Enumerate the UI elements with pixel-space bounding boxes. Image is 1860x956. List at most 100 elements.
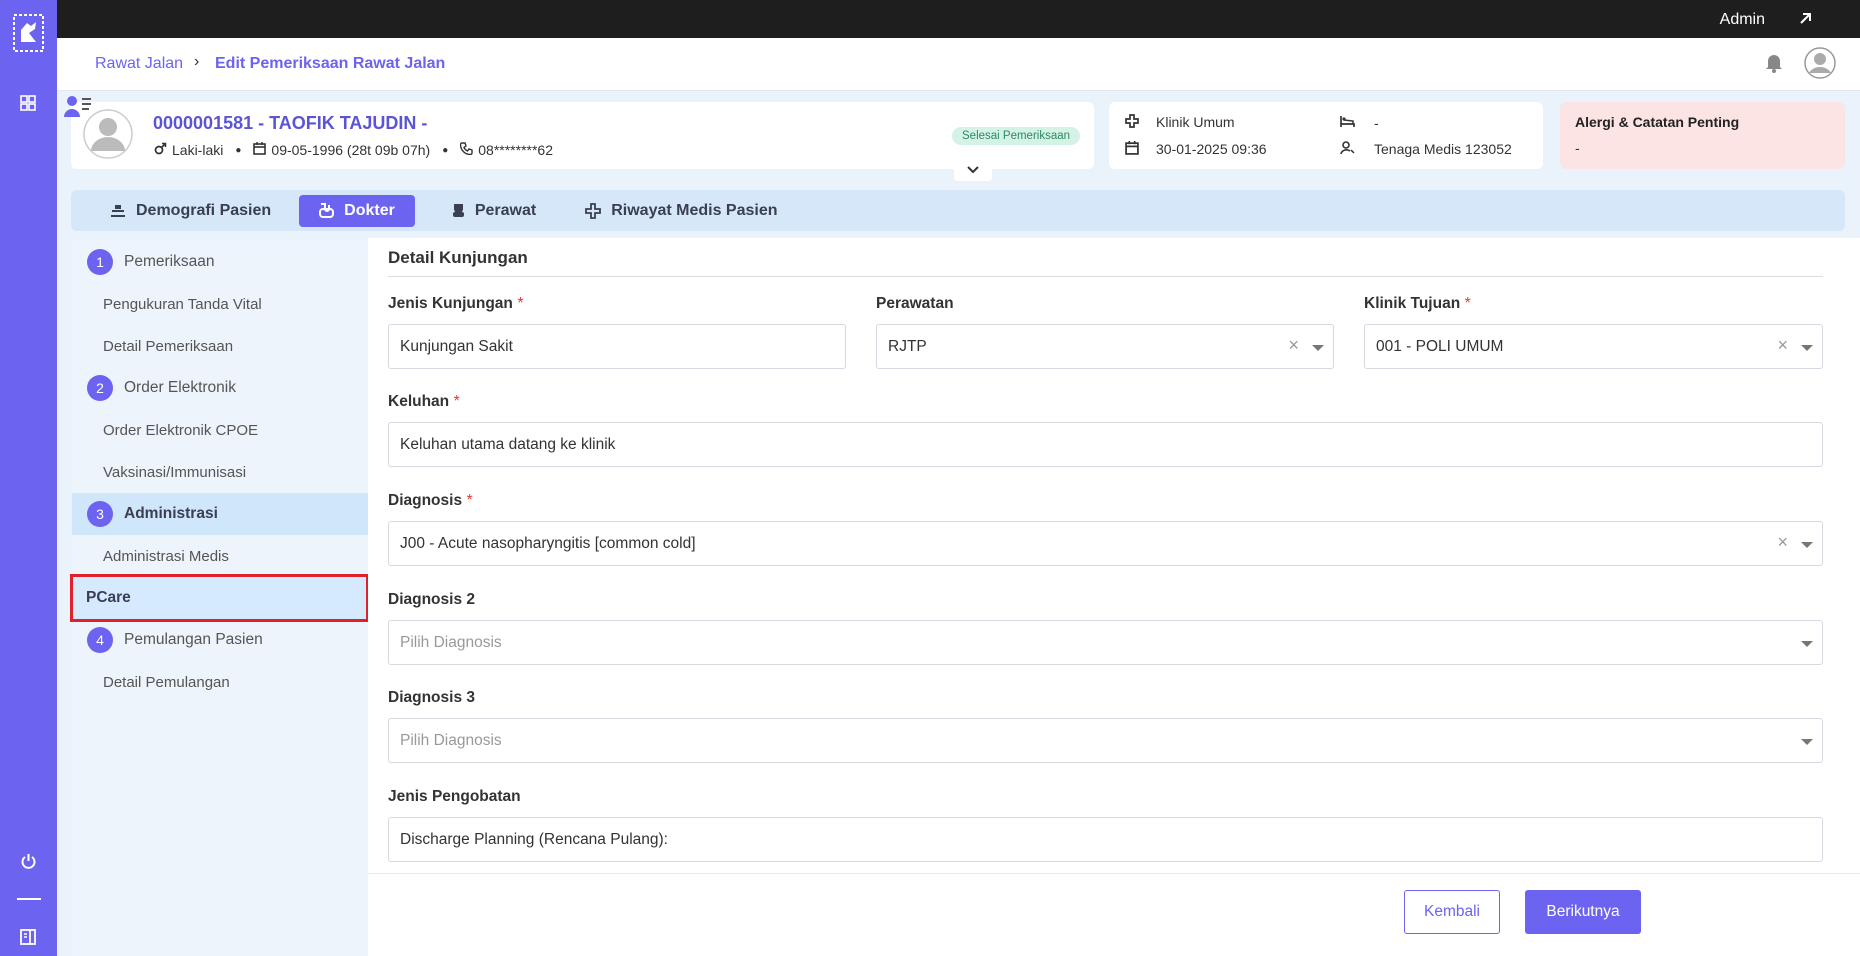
expand-chevron-icon[interactable]: [954, 159, 992, 181]
step-label: Pemeriksaan: [124, 253, 215, 270]
power-icon[interactable]: [20, 853, 37, 875]
allergy-note-title: Alergi & Catatan Penting: [1575, 114, 1740, 130]
medic-user-icon: [1340, 141, 1355, 160]
step-label: Order Elektronik: [124, 379, 236, 396]
tab-dokter[interactable]: Dokter: [299, 194, 415, 227]
diagnosis-3-label: Diagnosis 3: [388, 689, 475, 707]
tab-bar: Demografi Pasien Dokter Perawat Riwayat …: [71, 190, 1845, 231]
stethoscope-icon: [319, 203, 335, 218]
step-item-order-elektronik-cpoe[interactable]: Order Elektronik CPOE: [72, 409, 368, 451]
avatar[interactable]: [1804, 47, 1836, 84]
app-rail: [0, 0, 57, 956]
label-text: Diagnosis 2: [388, 591, 475, 608]
tab-label: Perawat: [474, 201, 537, 219]
tab-demografi-pasien[interactable]: Demografi Pasien: [90, 195, 291, 227]
step-item-pengukuran-tanda-vital[interactable]: Pengukuran Tanda Vital: [72, 283, 368, 325]
clear-icon[interactable]: ×: [1288, 335, 1299, 356]
step-label: Pemulangan Pasien: [124, 631, 263, 648]
dropdown-caret-icon[interactable]: [1801, 345, 1813, 351]
label-text: Perawatan: [876, 295, 954, 312]
male-icon: [154, 142, 167, 158]
medical-plus-icon: [1125, 114, 1139, 133]
step-item-detail-pemeriksaan[interactable]: Detail Pemeriksaan: [72, 325, 368, 367]
section-divider: [388, 276, 1823, 277]
visit-clinic: Klinik Umum: [1156, 114, 1235, 130]
medical-cross-icon: [585, 202, 602, 219]
diagnosis-2-label: Diagnosis 2: [388, 591, 475, 609]
select-placeholder: Pilih Diagnosis: [400, 731, 502, 749]
required-mark: *: [1464, 295, 1471, 312]
bed-icon: [1340, 115, 1355, 133]
next-button[interactable]: Berikutnya: [1525, 890, 1641, 934]
klinik-tujuan-select[interactable]: 001 - POLI UMUM ×: [1364, 324, 1823, 369]
step-item-vaksinasi[interactable]: Vaksinasi/Immunisasi: [72, 451, 368, 493]
dashboard-grid-icon[interactable]: [20, 95, 36, 116]
dot-separator: ●: [442, 144, 449, 156]
step-administrasi[interactable]: 3 Administrasi: [72, 493, 368, 535]
input-value: Discharge Planning (Rencana Pulang):: [400, 830, 668, 848]
breadcrumb-current: Edit Pemeriksaan Rawat Jalan: [215, 55, 446, 72]
back-button[interactable]: Kembali: [1404, 890, 1500, 934]
patient-card: 0000001581 - TAOFIK TAJUDIN - Laki-laki …: [64, 96, 1094, 181]
step-pemeriksaan[interactable]: 1 Pemeriksaan: [72, 241, 368, 283]
calendar-icon: [1125, 141, 1139, 160]
step-number: 4: [87, 627, 113, 653]
label-text: Keluhan: [388, 393, 450, 410]
step-pemulangan-pasien[interactable]: 4 Pemulangan Pasien: [72, 619, 368, 661]
phone-icon: [460, 142, 473, 158]
dropdown-caret-icon[interactable]: [1801, 641, 1813, 647]
diagnosis-select[interactable]: J00 - Acute nasopharyngitis [common cold…: [388, 521, 1823, 566]
admin-user-label[interactable]: Admin: [1720, 11, 1765, 29]
diagnosis-3-select[interactable]: Pilih Diagnosis: [388, 718, 1823, 763]
tab-riwayat-medis-pasien[interactable]: Riwayat Medis Pasien: [565, 195, 797, 227]
perawatan-select[interactable]: RJTP ×: [876, 324, 1334, 369]
step-number: 3: [87, 501, 113, 527]
visit-datetime: 30-01-2025 09:36: [1156, 141, 1267, 157]
keluhan-input[interactable]: Keluhan utama datang ke klinik: [388, 422, 1823, 467]
allergy-note-card: Alergi & Catatan Penting -: [1560, 102, 1845, 169]
rail-divider: [17, 898, 41, 900]
select-placeholder: Pilih Diagnosis: [400, 633, 502, 651]
step-number: 1: [87, 249, 113, 275]
bell-icon[interactable]: [1765, 53, 1783, 78]
external-link-icon[interactable]: [1799, 12, 1812, 30]
patient-gender: Laki-laki: [172, 142, 224, 158]
jenis-pengobatan-input[interactable]: Discharge Planning (Rencana Pulang):: [388, 817, 1823, 862]
breadcrumb-chevron-icon: ›: [194, 53, 200, 70]
tab-perawat[interactable]: Perawat: [432, 195, 556, 227]
step-order-elektronik[interactable]: 2 Order Elektronik: [72, 367, 368, 409]
dropdown-caret-icon[interactable]: [1801, 542, 1813, 548]
collapse-panel-icon[interactable]: [20, 929, 36, 950]
app-logo-icon: [13, 14, 44, 57]
select-value: RJTP: [888, 337, 927, 355]
id-card-icon: [111, 204, 125, 217]
patient-id-name: 0000001581 - TAOFIK TAJUDIN -: [153, 113, 428, 133]
diagnosis-2-select[interactable]: Pilih Diagnosis: [388, 620, 1823, 665]
step-item-detail-pemulangan[interactable]: Detail Pemulangan: [72, 661, 368, 703]
form-footer: Kembali Berikutnya: [368, 873, 1860, 956]
clear-icon[interactable]: ×: [1777, 335, 1788, 356]
breadcrumb-parent[interactable]: Rawat Jalan: [95, 55, 183, 73]
input-value: Keluhan utama datang ke klinik: [400, 435, 616, 453]
clear-icon[interactable]: ×: [1777, 532, 1788, 553]
required-mark: *: [453, 393, 460, 410]
perawatan-label: Perawatan: [876, 295, 954, 313]
keluhan-label: Keluhan *: [388, 393, 460, 411]
jenis-kunjungan-label: Jenis Kunjungan *: [388, 295, 524, 313]
allergy-note-value: -: [1575, 140, 1580, 156]
patient-meta: Laki-laki ● 09-05-1996 (28t 09b 07h) ● 0…: [154, 142, 553, 158]
step-item-administrasi-medis[interactable]: Administrasi Medis: [72, 535, 368, 577]
dropdown-caret-icon[interactable]: [1801, 739, 1813, 745]
patient-dob: 09-05-1996 (28t 09b 07h): [271, 142, 431, 158]
label-text: Diagnosis 3: [388, 689, 475, 706]
visit-card: Klinik Umum 30-01-2025 09:36 - Tenaga Me…: [1109, 102, 1543, 169]
step-item-pcare[interactable]: PCare: [70, 574, 369, 622]
step-label: Administrasi: [124, 505, 218, 522]
step-number: 2: [87, 375, 113, 401]
dropdown-caret-icon[interactable]: [1312, 345, 1324, 351]
page-header: Rawat Jalan › Edit Pemeriksaan Rawat Jal…: [57, 38, 1860, 91]
jenis-kunjungan-input[interactable]: Kunjungan Sakit: [388, 324, 846, 369]
label-text: Klinik Tujuan: [1364, 295, 1461, 312]
visit-medic: Tenaga Medis 123052: [1374, 141, 1512, 157]
tab-label: Dokter: [344, 201, 395, 219]
